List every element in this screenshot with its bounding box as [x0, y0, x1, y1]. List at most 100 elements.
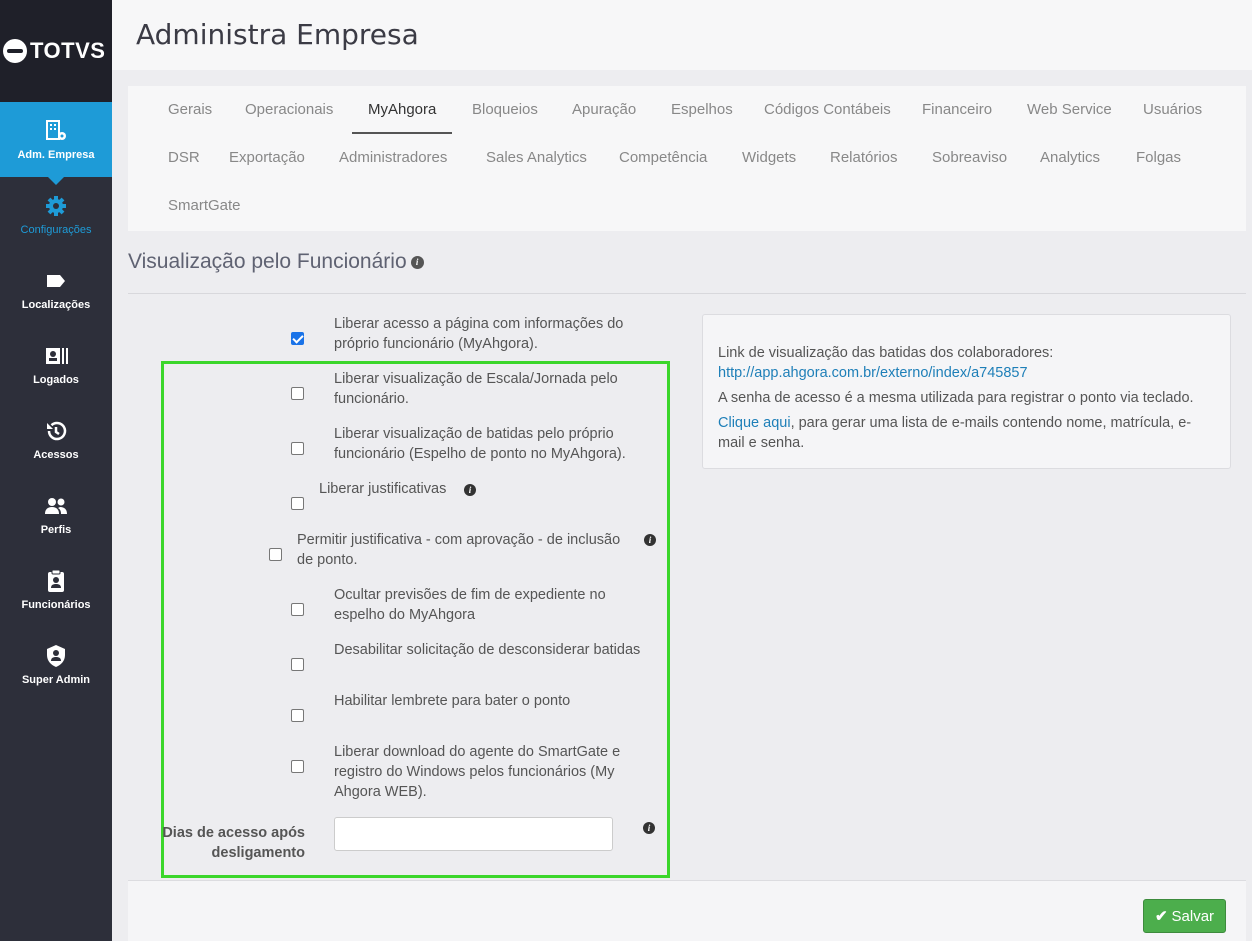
checkbox-liberar-batidas[interactable]: [291, 442, 304, 455]
tab-widgets[interactable]: Widgets: [726, 134, 812, 182]
tab-web-service[interactable]: Web Service: [1011, 86, 1128, 134]
checkbox-permitir-justificativa-aprovacao[interactable]: [269, 548, 282, 561]
sidebar-item-adm-empresa[interactable]: Adm. Empresa: [0, 102, 112, 185]
sidebar-item-funcionarios[interactable]: Funcionários: [0, 552, 112, 627]
tab-relatorios[interactable]: Relatórios: [814, 134, 914, 182]
tab-usuarios[interactable]: Usuários: [1127, 86, 1218, 134]
save-button-label: Salvar: [1171, 907, 1215, 925]
logo[interactable]: TOTVS: [0, 0, 112, 102]
tab-sobreaviso[interactable]: Sobreaviso: [916, 134, 1023, 182]
info-password-text: A senha de acesso é a mesma utilizada pa…: [718, 390, 1194, 406]
sidebar: TOTVS Adm. Empresa Configurações Localiz…: [0, 0, 112, 941]
footer: [128, 880, 1246, 941]
option-label-line: Desabilitar solicitação de desconsiderar…: [334, 642, 641, 658]
access-days-label-line: Dias de acesso após: [162, 825, 305, 841]
option-label-line: funcionário.: [334, 391, 409, 407]
page-header: Administra Empresa: [112, 0, 1252, 70]
option-label: Permitir justificativa - com aprovação -…: [297, 530, 620, 570]
gear-icon: [44, 194, 68, 218]
sidebar-item-label: Perfis: [40, 523, 72, 536]
tab-analytics[interactable]: Analytics: [1024, 134, 1116, 182]
sidebar-item-label: Acessos: [33, 448, 79, 461]
page-title: Administra Empresa: [136, 18, 419, 51]
tab-exportacao[interactable]: Exportação: [213, 134, 321, 182]
click-here-link[interactable]: Clique aqui: [718, 415, 791, 431]
option-label: Liberar visualização de Escala/Jornada p…: [334, 369, 618, 409]
tab-gerais[interactable]: Gerais: [152, 86, 228, 134]
tab-apuracao[interactable]: Apuração: [556, 86, 652, 134]
checkbox-ocultar-previsoes[interactable]: [291, 603, 304, 616]
tab-administradores[interactable]: Administradores: [323, 134, 463, 182]
checkbox-liberar-escala-jornada[interactable]: [291, 387, 304, 400]
external-link[interactable]: http://app.ahgora.com.br/externo/index/a…: [718, 365, 1028, 381]
option-label-line: funcionário (Espelho de ponto no MyAhgor…: [334, 446, 626, 462]
info-icon[interactable]: i: [643, 822, 655, 834]
logo-text: TOTVS: [30, 38, 106, 63]
checkbox-desabilitar-desconsiderar[interactable]: [291, 658, 304, 671]
shield-user-icon: [44, 644, 68, 668]
sidebar-item-perfis[interactable]: Perfis: [0, 477, 112, 552]
option-label-line: Liberar justificativas: [319, 481, 447, 497]
option-label: Liberar acesso a página com informações …: [334, 314, 623, 354]
option-label-line: Liberar visualização de Escala/Jornada p…: [334, 371, 618, 387]
tab-codigos-contabeis[interactable]: Códigos Contábeis: [748, 86, 907, 134]
users-icon: [44, 494, 68, 518]
divider: [128, 293, 1246, 294]
tab-operacionais[interactable]: Operacionais: [229, 86, 349, 134]
sidebar-item-label: Logados: [33, 373, 79, 386]
tab-dsr[interactable]: DSR: [152, 134, 216, 182]
checkbox-liberar-smartgate[interactable]: [291, 760, 304, 773]
option-label-line: de ponto.: [297, 552, 358, 568]
tab-espelhos[interactable]: Espelhos: [655, 86, 749, 134]
tab-financeiro[interactable]: Financeiro: [906, 86, 1008, 134]
option-label: Ocultar previsões de fim de expediente n…: [334, 585, 606, 625]
option-label: Liberar justificativas: [319, 479, 446, 499]
option-label: Liberar download do agente do SmartGate …: [334, 742, 620, 802]
sidebar-item-label: Configurações: [20, 223, 92, 236]
option-label-line: registro do Windows pelos funcionários (…: [334, 764, 615, 780]
info-box: Link de visualização das batidas dos col…: [702, 314, 1231, 469]
history-icon: [44, 419, 68, 443]
option-label-line: Permitir justificativa - com aprovação -…: [297, 532, 621, 548]
option-label-line: Ahgora WEB).: [334, 784, 427, 800]
access-days-input[interactable]: [334, 817, 613, 851]
sidebar-item-label: Localizações: [21, 298, 91, 311]
tab-smartgate[interactable]: SmartGate: [152, 182, 257, 230]
option-label-line: espelho do MyAhgora: [334, 607, 476, 623]
option-label: Desabilitar solicitação de desconsiderar…: [334, 640, 640, 660]
tab-competencia[interactable]: Competência: [603, 134, 723, 182]
option-label: Liberar visualização de batidas pelo pró…: [334, 424, 626, 464]
option-label-line: Liberar acesso a página com informações …: [334, 316, 624, 332]
building-gear-icon: [44, 119, 68, 143]
clipboard-user-icon: [44, 569, 68, 593]
checkbox-liberar-justificativas[interactable]: [291, 497, 304, 510]
tab-folgas[interactable]: Folgas: [1120, 134, 1197, 182]
section-title-text: Visualização pelo Funcionário: [128, 250, 407, 273]
option-label-line: Ocultar previsões de fim de expediente n…: [334, 587, 606, 603]
sidebar-item-label: Super Admin: [21, 673, 91, 686]
totvs-logo-icon: [3, 39, 27, 63]
option-label: Habilitar lembrete para bater o ponto: [334, 691, 570, 711]
save-button[interactable]: ✔ Salvar: [1143, 899, 1226, 933]
check-icon: ✔: [1154, 908, 1168, 925]
access-days-label-line: desligamento: [211, 845, 305, 861]
sidebar-item-super-admin[interactable]: Super Admin: [0, 627, 112, 702]
info-icon[interactable]: i: [410, 255, 424, 269]
sidebar-item-localizacoes[interactable]: Localizações: [0, 252, 112, 327]
info-icon[interactable]: i: [464, 484, 476, 496]
sidebar-item-acessos[interactable]: Acessos: [0, 402, 112, 477]
sidebar-item-logados[interactable]: Logados: [0, 327, 112, 402]
tab-bloqueios[interactable]: Bloqueios: [456, 86, 554, 134]
info-text: Link de visualização das batidas dos col…: [718, 343, 1215, 383]
tab-sales-analytics[interactable]: Sales Analytics: [470, 134, 603, 182]
tab-myahgora[interactable]: MyAhgora: [352, 86, 453, 134]
info-generate-text: Clique aqui, para gerar uma lista de e-m…: [718, 413, 1215, 453]
access-days-label: Dias de acesso após desligamento: [150, 823, 305, 863]
info-icon[interactable]: i: [644, 534, 656, 546]
checkbox-habilitar-lembrete[interactable]: [291, 709, 304, 722]
sidebar-item-configuracoes[interactable]: Configurações: [0, 177, 112, 252]
option-label-line: Habilitar lembrete para bater o ponto: [334, 693, 571, 709]
sidebar-item-label: Adm. Empresa: [17, 148, 95, 161]
checkbox-liberar-acesso-myahgora[interactable]: [291, 332, 304, 345]
sidebar-item-label: Funcionários: [21, 598, 91, 611]
